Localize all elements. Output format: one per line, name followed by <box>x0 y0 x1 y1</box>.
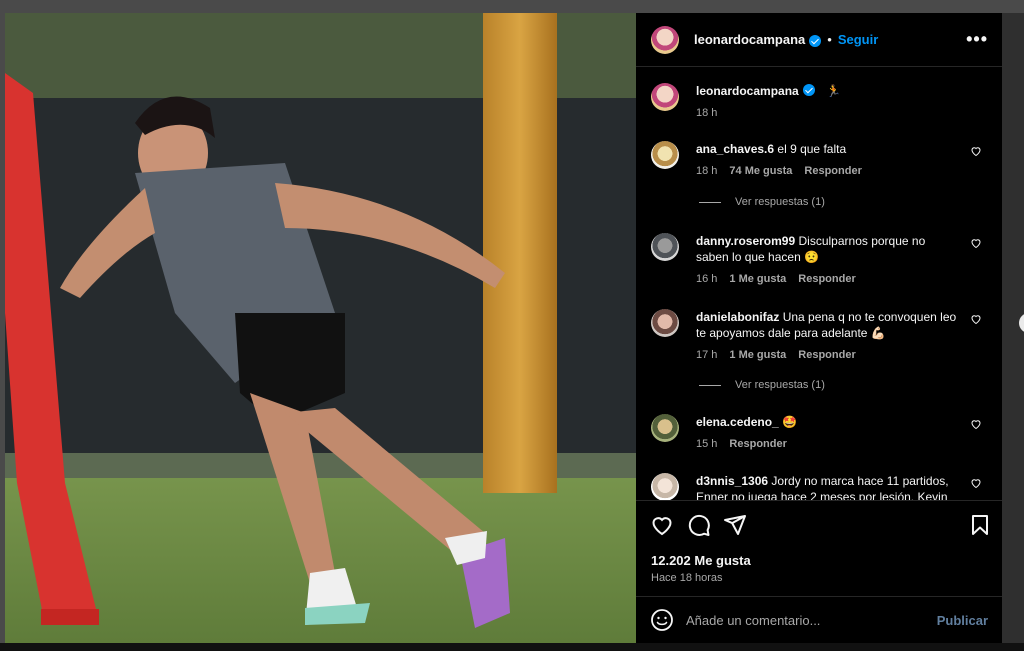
comment-row: elena.cedeno_ 🤩 15 h Responder <box>651 414 990 452</box>
post-time[interactable]: Hace 18 horas <box>651 572 723 584</box>
heart-icon[interactable] <box>970 237 982 249</box>
comment-row: danielabonifaz Una pena q no te convoque… <box>651 309 990 363</box>
author-avatar[interactable] <box>651 83 679 111</box>
commenter-avatar[interactable] <box>651 309 679 337</box>
author-username[interactable]: leonardocampana <box>694 32 805 47</box>
heart-icon[interactable] <box>970 145 982 157</box>
comment-username[interactable]: d3nnis_1306 <box>696 474 768 488</box>
training-photo <box>5 13 636 643</box>
comment-username[interactable]: danny.roserom99 <box>696 234 795 248</box>
comment-likes[interactable]: 74 Me gusta <box>729 163 792 179</box>
comment-username[interactable]: ana_chaves.6 <box>696 142 774 156</box>
bookmark-icon[interactable] <box>968 513 992 537</box>
commenter-avatar[interactable] <box>651 141 679 169</box>
emoji-icon[interactable] <box>650 608 674 632</box>
commenter-avatar[interactable] <box>651 233 679 261</box>
separator-dot: • <box>827 32 832 47</box>
post-actions: 12.202 Me gusta Hace 18 horas <box>636 500 1002 596</box>
likes-count[interactable]: 12.202 Me gusta <box>651 553 751 568</box>
commenter-avatar[interactable] <box>651 414 679 442</box>
heart-icon[interactable] <box>970 418 982 430</box>
post-image <box>5 13 636 643</box>
view-replies-button[interactable]: Ver respuestas (1) <box>699 379 825 391</box>
backdrop-strip <box>0 643 1024 651</box>
caption-text: 🏃 <box>826 84 841 98</box>
post-header: leonardocampana • Seguir ••• <box>636 13 1002 67</box>
paper-plane-icon[interactable] <box>723 513 747 537</box>
heart-icon[interactable] <box>650 513 674 537</box>
comment-time[interactable]: 17 h <box>696 347 717 363</box>
comment-row: ana_chaves.6 el 9 que falta 18 h 74 Me g… <box>651 141 990 179</box>
comments-list[interactable]: leonardocampana 🏃 18 h ana_chaves.6 el 9… <box>636 68 1002 500</box>
reply-button[interactable]: Responder <box>798 271 855 287</box>
heart-icon[interactable] <box>970 313 982 325</box>
comment-icon[interactable] <box>687 513 711 537</box>
author-avatar[interactable] <box>651 25 679 54</box>
comment-time[interactable]: 16 h <box>696 271 717 287</box>
post-side-panel: leonardocampana • Seguir ••• leonardocam… <box>636 13 1002 643</box>
comment-username[interactable]: elena.cedeno_ <box>696 415 779 429</box>
view-replies-button[interactable]: Ver respuestas (1) <box>699 196 825 208</box>
more-options-icon[interactable]: ••• <box>966 29 988 50</box>
comment-composer: Añade un comentario... Publicar <box>636 596 1002 643</box>
caption-row: leonardocampana 🏃 18 h <box>651 83 990 121</box>
follow-button[interactable]: Seguir <box>838 32 878 47</box>
comment-text: el 9 que falta <box>777 142 847 156</box>
comment-row: d3nnis_1306 Jordy no marca hace 11 parti… <box>651 473 990 500</box>
commenter-avatar[interactable] <box>651 473 679 500</box>
comment-likes[interactable]: 1 Me gusta <box>729 271 786 287</box>
comment-time[interactable]: 18 h <box>696 163 717 179</box>
comment-username[interactable]: danielabonifaz <box>696 310 779 324</box>
heart-icon[interactable] <box>970 477 982 489</box>
caption-username[interactable]: leonardocampana <box>696 84 799 98</box>
comment-time[interactable]: 15 h <box>696 436 717 452</box>
comment-input[interactable]: Añade un comentario... <box>686 613 937 628</box>
verified-badge-icon <box>802 84 815 96</box>
reply-button[interactable]: Responder <box>798 347 855 363</box>
comment-row: danny.roserom99 Disculparnos porque no s… <box>651 233 990 287</box>
reply-button[interactable]: Responder <box>729 436 786 452</box>
post-comment-button[interactable]: Publicar <box>937 613 988 628</box>
verified-badge-icon <box>809 34 822 47</box>
comment-text: 🤩 <box>782 415 798 429</box>
caption-time[interactable]: 18 h <box>696 105 717 121</box>
comment-likes[interactable]: 1 Me gusta <box>729 347 786 363</box>
reply-button[interactable]: Responder <box>804 163 861 179</box>
